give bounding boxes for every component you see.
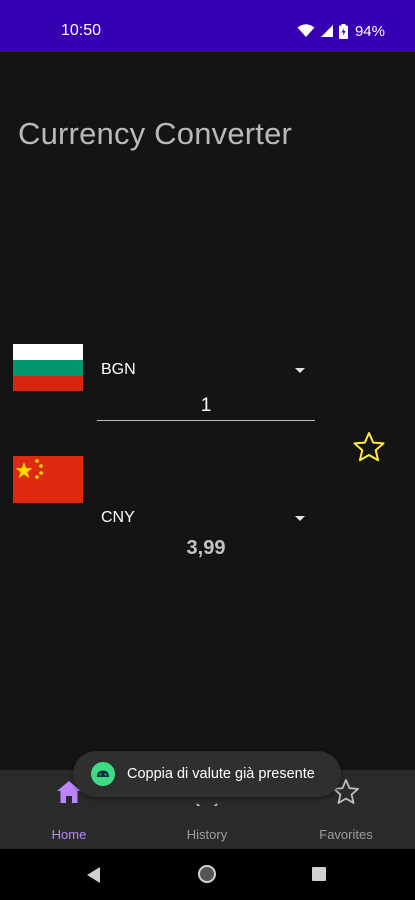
nav-label-home: Home — [51, 827, 87, 842]
dropdown-arrow-icon — [295, 367, 305, 373]
android-icon — [91, 762, 115, 786]
toast-text: Coppia di valute già presente — [127, 766, 315, 782]
back-icon[interactable] — [86, 866, 102, 884]
dropdown-arrow-icon — [295, 515, 305, 521]
signal-icon — [320, 25, 333, 37]
conversion-result: 3,99 — [186, 537, 226, 559]
from-currency-select[interactable]: BGN — [97, 355, 315, 385]
home-button[interactable] — [198, 865, 216, 883]
status-bar: 10:50 94% — [0, 0, 415, 52]
nav-label-history: History — [186, 827, 228, 842]
toast-message: Coppia di valute già presente — [73, 751, 341, 797]
from-currency-code: BGN — [101, 361, 136, 378]
to-currency-select[interactable]: CNY — [97, 503, 315, 533]
status-icons: 94% — [297, 20, 385, 42]
recents-button[interactable] — [312, 867, 326, 881]
nav-label-favorites: Favorites — [319, 827, 373, 842]
bulgaria-flag-icon — [13, 344, 83, 391]
china-flag-icon — [13, 456, 83, 503]
page-title: Currency Converter — [18, 116, 293, 151]
battery-icon — [338, 23, 348, 39]
system-navigation-bar — [0, 849, 415, 900]
status-time: 10:50 — [61, 22, 102, 39]
battery-percent: 94% — [354, 22, 385, 40]
favorite-star-icon[interactable] — [352, 431, 386, 463]
amount-input[interactable]: 1 — [97, 392, 315, 421]
to-currency-code: CNY — [101, 509, 135, 526]
wifi-icon — [297, 24, 315, 37]
